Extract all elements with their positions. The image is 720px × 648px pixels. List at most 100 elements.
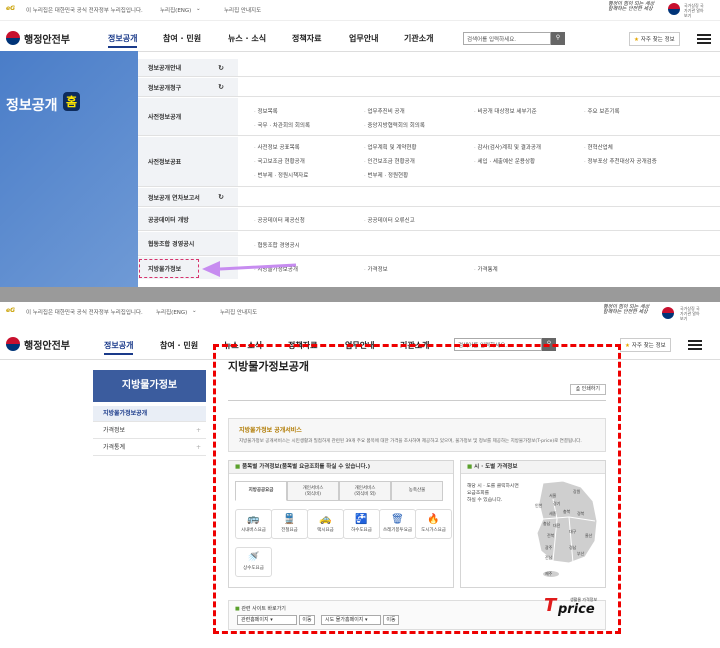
search-icon[interactable]: ⚲	[551, 32, 565, 45]
menu-label-text: 정보공개안내	[148, 65, 182, 72]
region-label[interactable]: 울산	[585, 532, 593, 538]
region-label[interactable]: 세종	[549, 510, 557, 516]
region-label[interactable]: 광주	[545, 544, 553, 550]
go-button[interactable]: 이동	[383, 615, 399, 625]
sidebar-item-price-info[interactable]: 가격정보 +	[93, 423, 206, 439]
menu-label[interactable]: 정보공개안내 ↻	[138, 59, 238, 76]
sub-link[interactable]: 가격통계	[474, 265, 498, 273]
region-label[interactable]: 부산	[577, 550, 585, 556]
sub-link[interactable]: 감사(검사)계획 및 결과공개	[474, 143, 541, 151]
lang-menu[interactable]: 누리집(ENG)	[156, 308, 187, 316]
fee-icon-tile[interactable]: 🚕 택시요금	[307, 509, 344, 539]
sub-link[interactable]: 중앙지방협력회의 회의록	[364, 121, 425, 129]
tab-personal-service-other[interactable]: 개인서비스 (외식비 외)	[339, 481, 391, 501]
sub-link[interactable]: 협동조합 경영공시	[254, 241, 300, 249]
sub-link[interactable]: 국고보조금 현황공개	[254, 157, 305, 165]
sub-link[interactable]: 비공개 대상정보 세부기준	[474, 107, 537, 115]
nav-participation[interactable]: 참여 · 민원	[160, 340, 198, 351]
region-label[interactable]: 제주	[545, 570, 553, 576]
region-label[interactable]: 경북	[577, 510, 585, 516]
nav-participation[interactable]: 참여 · 민원	[163, 33, 201, 44]
region-label[interactable]: 강원	[573, 488, 581, 494]
menu-hamburger-icon[interactable]	[688, 340, 702, 350]
ministry-logo-icon[interactable]	[6, 31, 20, 45]
region-label[interactable]: 충남	[543, 520, 551, 526]
fee-icon-tile[interactable]: 🚿 상수도요금	[235, 547, 272, 577]
sub-link[interactable]: 공공데이터 오류신고	[364, 216, 415, 224]
region-label[interactable]: 경기	[553, 500, 561, 506]
menu-label[interactable]: 사전정보공표	[138, 137, 238, 186]
tab-personal-service-dining[interactable]: 개인서비스 (외식비)	[287, 481, 339, 501]
nav-news[interactable]: 뉴스 · 소식	[228, 33, 266, 44]
korea-map[interactable]: 서울인천 경기 강원충북 세종충남 대전 경북대구전북 울산경남 광주부산전남제주	[523, 479, 605, 579]
nav-business[interactable]: 업무안내	[349, 33, 378, 44]
favorites-button[interactable]: ★ 자주 찾는 정보	[620, 338, 671, 352]
sub-link[interactable]: 가격정보	[364, 265, 388, 273]
fee-icon-tile[interactable]: 🚌 시내버스요금	[235, 509, 272, 539]
sub-link[interactable]: 현혁산업체	[584, 143, 613, 151]
nav-info-disclosure[interactable]: 정보공개	[108, 33, 138, 48]
fee-icon-tile[interactable]: 🔥 도시가스요금	[415, 509, 452, 539]
fee-icon-tile[interactable]: 🚆 전철요금	[271, 509, 308, 539]
region-label[interactable]: 서울	[549, 492, 557, 498]
title-divider	[228, 400, 606, 401]
menu-label[interactable]: 정보공개청구 ↻	[138, 78, 238, 96]
menu-label[interactable]: 공공데이터 개방	[138, 208, 238, 230]
sub-link[interactable]: 업무추진비 공개	[364, 107, 405, 115]
favorites-button[interactable]: ★ 자주 찾는 정보	[629, 32, 680, 46]
region-label[interactable]: 대구	[569, 528, 577, 534]
related-site-select[interactable]: 관련홈페이지 ▾	[237, 615, 297, 625]
nav-policy[interactable]: 정책자료	[292, 33, 321, 44]
sidebar-item-label: 가격정보	[103, 427, 126, 434]
gov-notice: 이 누리집은 대한민국 공식 전자정부 누리집입니다.	[26, 8, 143, 14]
region-label[interactable]: 충북	[563, 508, 571, 514]
fee-icon-tile[interactable]: 🚰 하수도요금	[343, 509, 380, 539]
search-input[interactable]: 검색어를 입력하세요.	[463, 32, 551, 45]
region-label[interactable]: 대전	[553, 522, 561, 528]
region-label[interactable]: 경남	[569, 544, 577, 550]
fee-icon-label: 쓰레기봉투요금	[383, 528, 412, 533]
menu-label[interactable]: 사전정보공개	[138, 98, 238, 135]
print-button[interactable]: ⎙ 인쇄하기	[570, 384, 606, 395]
fee-icon-tile[interactable]: 🗑 쓰레기봉투요금	[379, 509, 416, 539]
sidebar-item-local-price-disclosure[interactable]: 지방물가정보공개	[93, 406, 206, 422]
tprice-word: price	[558, 602, 595, 617]
sub-link[interactable]: 공공데이터 제공신청	[254, 216, 305, 224]
menu-row-annual-report: 정보공개 연차보고서 ↻	[138, 188, 720, 207]
menu-hamburger-icon[interactable]	[697, 34, 711, 44]
menu-label[interactable]: 협동조합 경영공시	[138, 232, 238, 255]
fee-icon-label: 택시요금	[317, 528, 334, 533]
menu-label[interactable]: 정보공개 연차보고서 ↻	[138, 188, 238, 206]
sub-link[interactable]: 국무 · 차관회의 회의록	[254, 121, 311, 129]
ministry-note[interactable]: 국가상징 국가기관 알아보기	[684, 3, 704, 18]
ministry-note[interactable]: 국가상징 국가기관 알아보기	[680, 306, 700, 321]
plus-icon: +	[195, 427, 201, 434]
tab-agricultural[interactable]: 농축산물	[391, 481, 443, 501]
sub-link[interactable]: 업무계획 및 계약현황	[364, 143, 417, 151]
tab-public-fees[interactable]: 지방공공요금	[235, 481, 287, 501]
slogan-signature: 행정이 힘이 되는 세상 함께하는 안전한 세상	[603, 304, 650, 315]
sub-link[interactable]: 사전정보 공표목록	[254, 143, 300, 151]
city-site-select[interactable]: 시도 물가홈페이지 ▾	[321, 615, 381, 625]
sidebar-item-price-stats[interactable]: 가격통계 +	[93, 440, 206, 456]
sub-link[interactable]: 인건보조금 현황공개	[364, 157, 415, 165]
brand-name[interactable]: 행정안전부	[24, 31, 70, 46]
brand-name[interactable]: 행정안전부	[24, 337, 70, 352]
sub-link[interactable]: 정보목록	[254, 107, 278, 115]
nav-info-disclosure[interactable]: 정보공개	[104, 340, 134, 355]
sitemap-link[interactable]: 누리집 안내지도	[224, 6, 261, 14]
sub-link[interactable]: 번부제 · 정원현황	[364, 171, 409, 179]
region-label[interactable]: 전북	[547, 532, 555, 538]
sub-link[interactable]: 주요 보존기록	[584, 107, 620, 115]
sub-link[interactable]: 세입 · 세출예산 운용상황	[474, 157, 536, 165]
ministry-logo-icon[interactable]	[6, 337, 20, 351]
go-button[interactable]: 이동	[299, 615, 315, 625]
region-label[interactable]: 전남	[545, 554, 553, 560]
menu-row-pre-disclosure: 사전정보공개 정보목록 업무추진비 공개 비공개 대상정보 세부기준 주요 보존…	[138, 98, 720, 136]
region-label[interactable]: 인천	[535, 502, 543, 508]
sub-link[interactable]: 번부제 · 정원시책자료	[254, 171, 309, 179]
nav-about[interactable]: 기관소개	[404, 33, 433, 44]
sitemap-link[interactable]: 누리집 안내지도	[220, 308, 257, 316]
lang-menu[interactable]: 누리집(ENG)	[160, 6, 191, 14]
sub-link[interactable]: 정부포상 추천대상자 공개검증	[584, 157, 657, 165]
